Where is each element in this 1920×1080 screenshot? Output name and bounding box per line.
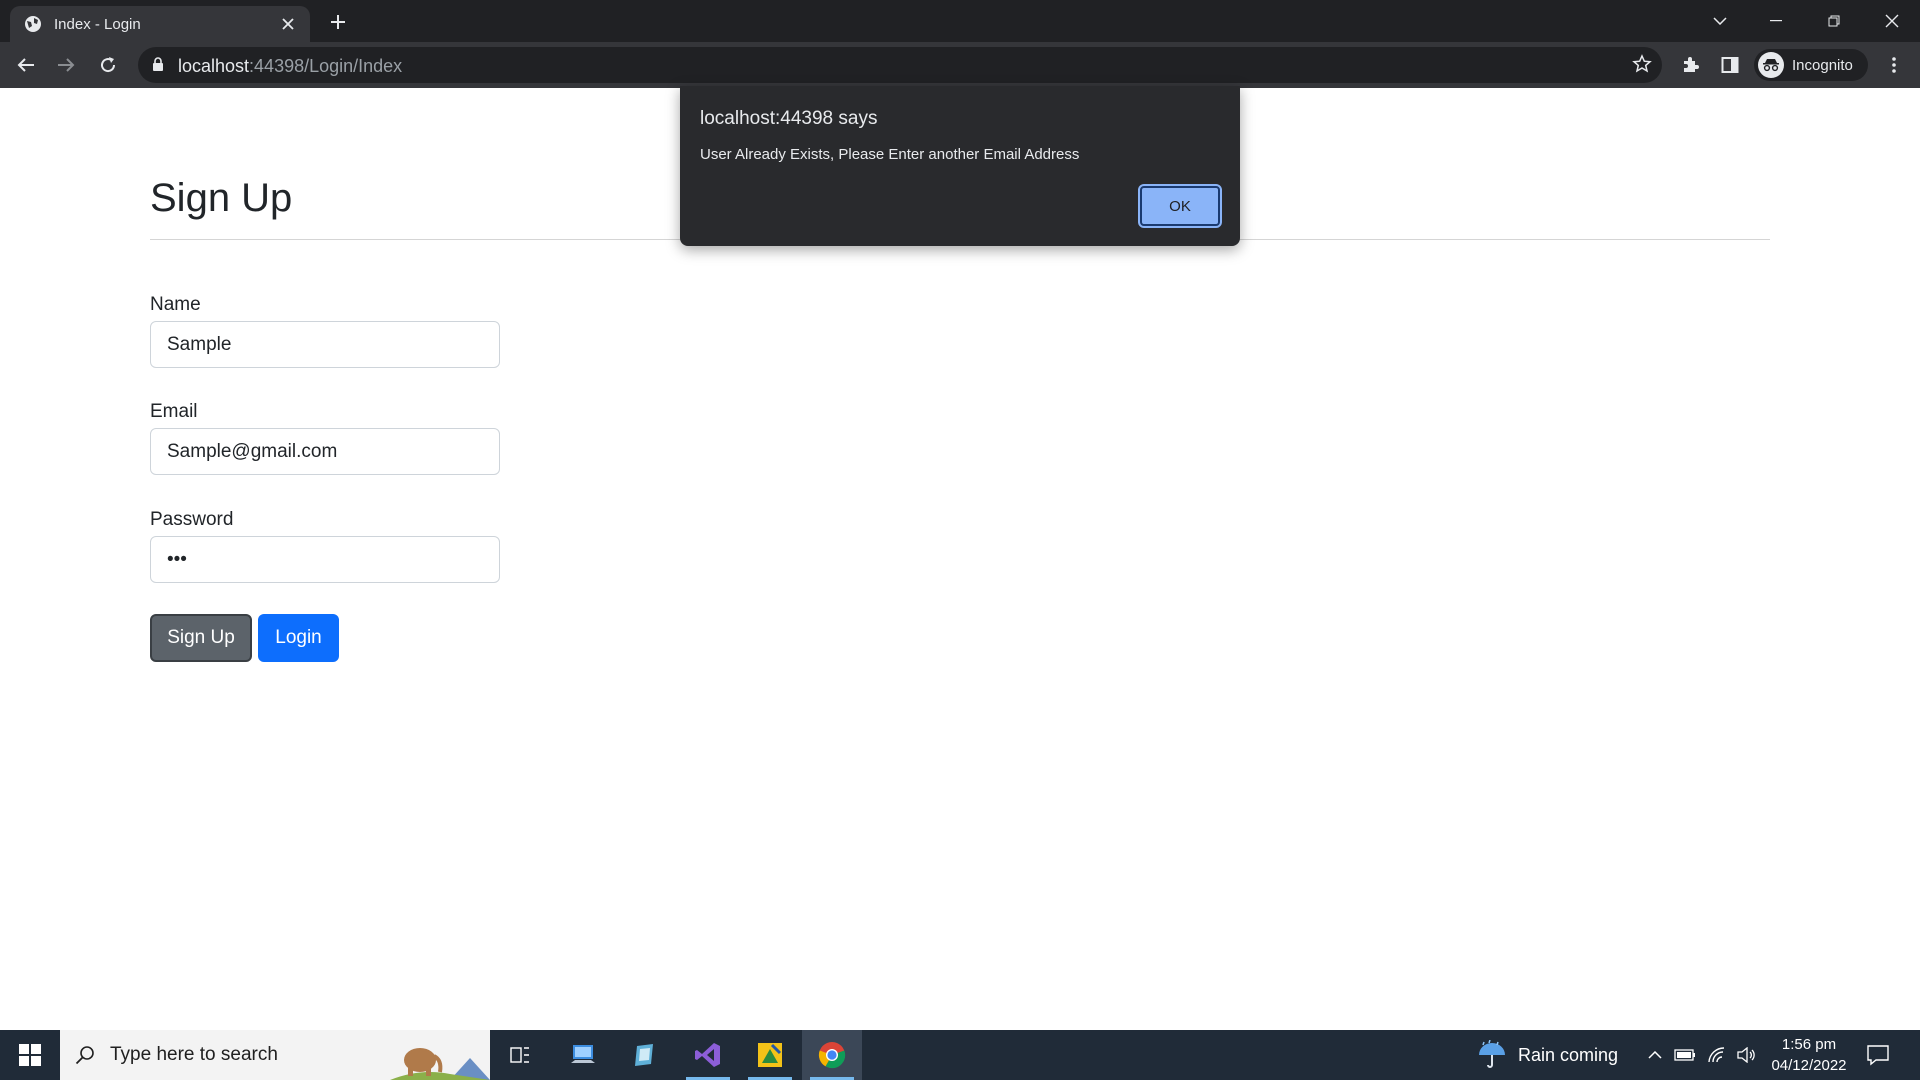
browser-toolbar: localhost:44398/Login/Index Incognito	[0, 42, 1920, 88]
windows-logo-icon	[19, 1044, 41, 1066]
weather-text: Rain coming	[1518, 1044, 1619, 1065]
search-placeholder: Type here to search	[110, 1044, 278, 1065]
visual-studio-icon[interactable]	[678, 1030, 738, 1080]
task-view-icon[interactable]	[490, 1030, 550, 1080]
sql-tool-icon[interactable]	[740, 1030, 800, 1080]
dialog-title: localhost:44398 says	[700, 108, 878, 129]
forward-button[interactable]	[50, 49, 82, 81]
chrome-icon[interactable]	[802, 1030, 862, 1080]
name-input[interactable]: Sample	[150, 321, 500, 368]
system-clock[interactable]: 1:56 pm 04/12/2022	[1764, 1034, 1854, 1076]
email-input[interactable]: Sample@gmail.com	[150, 428, 500, 475]
umbrella-rain-icon	[1479, 1040, 1505, 1068]
browser-tabstrip: Index - Login	[0, 0, 1920, 42]
address-bar[interactable]: localhost:44398/Login/Index	[138, 47, 1662, 83]
incognito-profile-button[interactable]: Incognito	[1754, 49, 1868, 81]
back-button[interactable]	[10, 49, 42, 81]
chevron-up-icon[interactable]	[1644, 1044, 1666, 1066]
search-highlight-illustration	[390, 1048, 490, 1080]
wifi-icon[interactable]	[1706, 1044, 1728, 1066]
login-button[interactable]: Login	[258, 614, 339, 662]
browser-menu-icon[interactable]	[1878, 49, 1910, 81]
bookmark-star-icon[interactable]	[1632, 54, 1652, 79]
volume-icon[interactable]	[1736, 1044, 1758, 1066]
email-label: Email	[150, 401, 198, 422]
dialog-message: User Already Exists, Please Enter anothe…	[700, 146, 1080, 163]
weather-widget[interactable]: Rain coming	[1476, 1030, 1618, 1080]
extensions-icon[interactable]	[1674, 49, 1706, 81]
new-tab-button[interactable]	[326, 10, 350, 34]
page-title: Sign Up	[150, 176, 293, 220]
lock-icon[interactable]	[152, 57, 164, 77]
alert-dialog: localhost:44398 says User Already Exists…	[680, 86, 1240, 246]
windows-taskbar: Type here to search Rain coming 1:56 pm …	[0, 1030, 1920, 1080]
tab-index-login[interactable]: Index - Login	[10, 6, 310, 42]
minimize-button[interactable]	[1748, 0, 1804, 42]
signup-button[interactable]: Sign Up	[150, 614, 252, 662]
start-button[interactable]	[0, 1030, 60, 1080]
globe-icon	[24, 15, 42, 33]
incognito-label: Incognito	[1792, 56, 1853, 74]
password-input[interactable]: •••	[150, 536, 500, 583]
url-host: localhost	[178, 56, 250, 76]
url-text: localhost:44398/Login/Index	[178, 56, 402, 77]
remote-desktop-icon[interactable]	[553, 1030, 613, 1080]
side-panel-icon[interactable]	[1714, 49, 1746, 81]
name-label: Name	[150, 294, 201, 315]
notification-center-icon[interactable]	[1866, 1043, 1890, 1072]
incognito-icon	[1758, 52, 1784, 78]
clock-date: 04/12/2022	[1771, 1057, 1847, 1074]
restore-button[interactable]	[1806, 0, 1862, 42]
url-path: :44398/Login/Index	[249, 56, 403, 76]
search-icon	[60, 1045, 110, 1065]
close-window-button[interactable]	[1864, 0, 1920, 42]
tab-title: Index - Login	[54, 15, 141, 33]
taskbar-search-box[interactable]: Type here to search	[60, 1030, 490, 1080]
reload-button[interactable]	[92, 49, 124, 81]
close-tab-icon[interactable]	[278, 14, 298, 34]
password-label: Password	[150, 509, 234, 530]
battery-icon[interactable]	[1674, 1044, 1696, 1066]
dialog-ok-button[interactable]: OK	[1138, 184, 1222, 228]
clock-time: 1:56 pm	[1781, 1036, 1837, 1053]
tab-search-icon[interactable]	[1692, 0, 1748, 42]
sql-server-management-studio-icon[interactable]	[615, 1030, 675, 1080]
